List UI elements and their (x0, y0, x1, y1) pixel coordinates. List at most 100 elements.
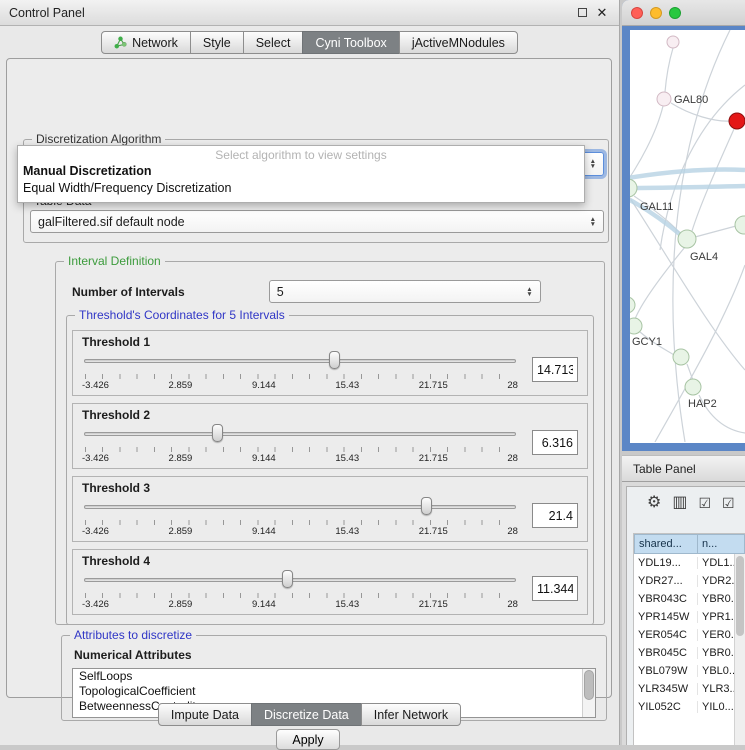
slider-track[interactable] (84, 359, 516, 363)
node-label: HAP2 (688, 398, 717, 410)
close-traffic-light-button[interactable] (631, 7, 643, 19)
network-node[interactable] (630, 318, 642, 334)
network-node[interactable] (667, 36, 679, 48)
threshold-label: Threshold 3 (82, 481, 578, 495)
node-label: GAL80 (674, 94, 708, 106)
threshold-value-input[interactable] (532, 503, 578, 528)
table-panel-titlebar: Table Panel (622, 455, 745, 482)
threshold-value-input[interactable] (532, 430, 578, 455)
network-node[interactable] (630, 297, 635, 313)
cell-shared-name[interactable]: YBL079W (634, 665, 698, 677)
scrollbar-thumb[interactable] (584, 670, 594, 700)
network-node[interactable] (630, 179, 637, 197)
slider-track[interactable] (84, 578, 516, 582)
scale-label: 15.43 (335, 599, 359, 610)
network-canvas[interactable]: GAL80 GAL11 GAL4 GCY1 HAP2 (630, 30, 745, 443)
thresholds-coordinates-group: Threshold's Coordinates for 5 Intervals … (66, 315, 594, 625)
tab-select[interactable]: Select (243, 31, 304, 54)
network-node-selected[interactable] (729, 113, 745, 129)
tab-infer-network[interactable]: Infer Network (361, 703, 461, 726)
slider-thumb[interactable] (212, 424, 223, 442)
tab-cyni-toolbox[interactable]: Cyni Toolbox (302, 31, 399, 54)
tab-label: Infer Network (374, 708, 448, 722)
combo-stepper-icon: ▲ ▼ (590, 217, 596, 227)
zoom-traffic-light-button[interactable] (669, 7, 681, 19)
dropdown-option-manual-discretization[interactable]: Manual Discretization (18, 163, 584, 180)
group-title: Threshold's Coordinates for 5 Intervals (75, 308, 289, 322)
column-header-name[interactable]: n... (698, 534, 745, 554)
tab-impute-data[interactable]: Impute Data (158, 703, 252, 726)
slider-ticks (85, 374, 516, 379)
list-item[interactable]: TopologicalCoefficient (73, 684, 595, 699)
scale-label: -3.426 (82, 599, 109, 610)
threshold-slider[interactable]: -3.426 2.859 9.144 15.43 21.715 28 (82, 350, 518, 394)
cell-shared-name[interactable]: YIL052C (634, 701, 698, 713)
list-item[interactable]: SelfLoops (73, 669, 595, 684)
network-node[interactable] (735, 216, 745, 234)
table-row[interactable]: YER054CYER0... (634, 626, 745, 644)
tab-jactivemnodules[interactable]: jActiveMNodules (399, 31, 518, 54)
cell-shared-name[interactable]: YPR145W (634, 611, 698, 623)
slider-thumb[interactable] (282, 570, 293, 588)
select-none-icon[interactable]: ☑ (722, 495, 735, 511)
node-table: shared... n... YDL19...YDL1... YDR27...Y… (633, 533, 745, 745)
tab-style[interactable]: Style (190, 31, 244, 54)
tab-discretize-data[interactable]: Discretize Data (251, 703, 362, 726)
slider-scale: -3.426 2.859 9.144 15.43 21.715 28 (82, 380, 518, 391)
slider-thumb[interactable] (329, 351, 340, 369)
threshold-value-input[interactable] (532, 576, 578, 601)
table-row[interactable]: YLR345WYLR3... (634, 680, 745, 698)
tab-network[interactable]: Network (101, 31, 191, 54)
threshold-slider[interactable]: -3.426 2.859 9.144 15.43 21.715 28 (82, 496, 518, 540)
columns-icon[interactable]: ▥ (672, 495, 687, 511)
scale-label: 9.144 (252, 526, 276, 537)
apply-button[interactable]: Apply (276, 729, 340, 750)
stepper-down-icon: ▼ (590, 164, 596, 169)
threshold-slider[interactable]: -3.426 2.859 9.144 15.43 21.715 28 (82, 423, 518, 467)
threshold-slider[interactable]: -3.426 2.859 9.144 15.43 21.715 28 (82, 569, 518, 613)
stepper-down-icon: ▼ (526, 292, 532, 297)
close-window-button[interactable]: ✕ (594, 5, 610, 21)
top-tab-bar: Network Style Select Cyni Toolbox jActiv… (0, 31, 619, 54)
network-graph: GAL80 GAL11 GAL4 GCY1 HAP2 (630, 30, 745, 442)
cell-shared-name[interactable]: YBR045C (634, 647, 698, 659)
cell-shared-name[interactable]: YDR27... (634, 575, 698, 587)
cell-shared-name[interactable]: YDL19... (634, 557, 698, 569)
cell-shared-name[interactable]: YBR043C (634, 593, 698, 605)
table-vertical-scrollbar[interactable] (734, 554, 745, 745)
number-of-intervals-combobox[interactable]: 5 ▲ ▼ (269, 280, 541, 303)
select-all-icon[interactable]: ☑ (698, 495, 711, 511)
table-row[interactable]: YBL079WYBL0... (634, 662, 745, 680)
table-row[interactable]: YBR045CYBR0... (634, 644, 745, 662)
float-window-icon (578, 8, 587, 17)
slider-thumb[interactable] (421, 497, 432, 515)
table-data-combobox[interactable]: galFiltered.sif default node ▲ ▼ (30, 210, 604, 233)
column-header-shared-name[interactable]: shared... (634, 534, 698, 554)
control-panel-titlebar: Control Panel ✕ (0, 0, 619, 26)
slider-scale: -3.426 2.859 9.144 15.43 21.715 28 (82, 453, 518, 464)
network-node[interactable] (657, 92, 671, 106)
network-node[interactable] (678, 230, 696, 248)
threshold-label: Threshold 1 (82, 335, 578, 349)
table-row[interactable]: YDR27...YDR2... (634, 572, 745, 590)
threshold-value-input[interactable] (532, 357, 578, 382)
scrollbar-thumb[interactable] (736, 556, 744, 636)
dropdown-option-equal-width-frequency[interactable]: Equal Width/Frequency Discretization (18, 180, 584, 197)
slider-track[interactable] (84, 505, 516, 509)
cell-shared-name[interactable]: YER054C (634, 629, 698, 641)
table-row[interactable]: YPR145WYPR1... (634, 608, 745, 626)
table-row[interactable]: YDL19...YDL1... (634, 554, 745, 572)
float-window-button[interactable] (574, 5, 590, 21)
table-row[interactable]: YIL052CYIL0... (634, 698, 745, 716)
threshold-label: Threshold 4 (82, 554, 578, 568)
table-row[interactable]: YBR043CYBR0... (634, 590, 745, 608)
network-node[interactable] (685, 379, 701, 395)
gear-icon[interactable]: ⚙ (647, 495, 661, 511)
minimize-traffic-light-button[interactable] (650, 7, 662, 19)
network-node[interactable] (673, 349, 689, 365)
slider-track[interactable] (84, 432, 516, 436)
scale-label: 9.144 (252, 599, 276, 610)
tab-label: Discretize Data (264, 708, 349, 722)
cell-shared-name[interactable]: YLR345W (634, 683, 698, 695)
cyni-toolbox-panel: Discretization Algorithm ▲ ▼ Table Data … (6, 58, 612, 698)
